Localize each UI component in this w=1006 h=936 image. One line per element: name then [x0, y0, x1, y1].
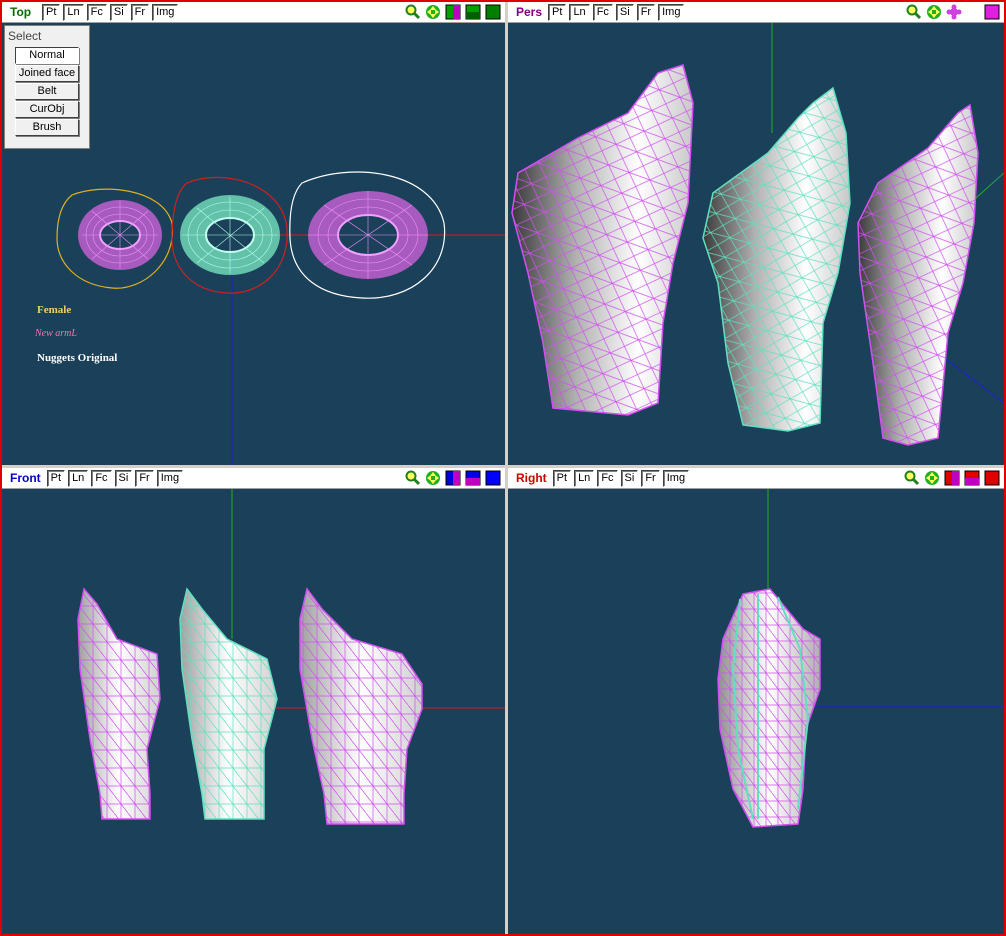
select-normal-button[interactable]: Normal: [15, 47, 79, 64]
color-swatch-icon[interactable]: [465, 470, 481, 486]
frame-toggle[interactable]: Fr: [135, 469, 154, 487]
color-swatch-icon[interactable]: [485, 470, 501, 486]
zoom-icon[interactable]: [405, 470, 421, 486]
lines-toggle[interactable]: Ln: [569, 3, 590, 21]
silhouette-toggle[interactable]: Si: [109, 3, 128, 21]
viewport-title: Pers: [516, 5, 543, 19]
right-canvas[interactable]: [508, 489, 1004, 934]
frame-toggle[interactable]: Fr: [641, 469, 660, 487]
color-swatch-icon[interactable]: [964, 470, 980, 486]
top-toolbar: Top Pt Ln Fc Si Fr Img: [2, 2, 505, 23]
lines-toggle[interactable]: Ln: [63, 3, 84, 21]
silhouette-toggle[interactable]: Si: [615, 3, 634, 21]
viewport-title: Front: [10, 471, 41, 485]
color-swatch-icon[interactable]: [984, 4, 1000, 20]
select-panel: Select Normal Joined face Belt CurObj Br…: [4, 25, 90, 149]
faces-toggle[interactable]: Fc: [91, 469, 112, 487]
viewport-right[interactable]: Right Pt Ln Fc Si Fr Img: [508, 468, 1004, 934]
points-toggle[interactable]: Pt: [548, 3, 567, 21]
color-swatch-icon[interactable]: [485, 4, 501, 20]
select-panel-title: Select: [8, 29, 42, 43]
front-canvas[interactable]: [2, 489, 505, 934]
faces-toggle[interactable]: Fc: [597, 469, 618, 487]
legend-nuggets-original: Nuggets Original: [37, 352, 118, 364]
pers-canvas[interactable]: [508, 23, 1004, 465]
color-swatch-icon[interactable]: [445, 4, 461, 20]
viewport-front[interactable]: Front Pt Ln Fc Si Fr Img: [2, 468, 505, 934]
viewport-title: Right: [516, 471, 547, 485]
right-toolbar: Right Pt Ln Fc Si Fr Img: [508, 468, 1004, 489]
frame-toggle[interactable]: Fr: [636, 3, 656, 21]
lines-toggle[interactable]: Ln: [68, 469, 89, 487]
front-toolbar: Front Pt Ln Fc Si Fr Img: [2, 468, 505, 489]
image-toggle[interactable]: Img: [658, 3, 685, 21]
legend-new-arml: New armL: [35, 328, 77, 339]
select-brush-button[interactable]: Brush: [15, 119, 79, 136]
color-swatch-icon[interactable]: [445, 470, 461, 486]
color-swatch-icon[interactable]: [944, 470, 960, 486]
viewport-title: Top: [10, 5, 32, 19]
image-toggle[interactable]: Img: [156, 469, 184, 487]
points-toggle[interactable]: Pt: [42, 3, 61, 21]
right-scene: [717, 489, 1004, 828]
zoom-icon[interactable]: [904, 470, 920, 486]
zoom-icon[interactable]: [906, 4, 922, 20]
move-icon[interactable]: [924, 470, 940, 486]
viewport-perspective[interactable]: Pers Pt Ln Fc Si Fr Img: [508, 2, 1004, 465]
select-belt-button[interactable]: Belt: [15, 83, 79, 100]
image-toggle[interactable]: Img: [152, 3, 179, 21]
zoom-icon[interactable]: [405, 4, 421, 20]
select-joined-face-button[interactable]: Joined face: [15, 65, 79, 82]
lines-toggle[interactable]: Ln: [574, 469, 595, 487]
select-curobj-button[interactable]: CurObj: [15, 101, 79, 118]
points-toggle[interactable]: Pt: [46, 469, 66, 487]
frame-toggle[interactable]: Fr: [130, 3, 150, 21]
move-icon[interactable]: [425, 4, 441, 20]
pers-scene: [511, 23, 1004, 446]
pers-toolbar: Pers Pt Ln Fc Si Fr Img: [508, 2, 1004, 23]
faces-toggle[interactable]: Fc: [592, 3, 613, 21]
points-toggle[interactable]: Pt: [552, 469, 572, 487]
color-swatch-icon[interactable]: [984, 470, 1000, 486]
rotate-icon[interactable]: [946, 4, 962, 20]
faces-toggle[interactable]: Fc: [86, 3, 107, 21]
legend-female: Female: [37, 304, 72, 316]
silhouette-toggle[interactable]: Si: [620, 469, 639, 487]
front-scene: [77, 489, 505, 825]
move-icon[interactable]: [425, 470, 441, 486]
image-toggle[interactable]: Img: [662, 469, 690, 487]
color-swatch-icon[interactable]: [465, 4, 481, 20]
move-icon[interactable]: [926, 4, 942, 20]
silhouette-toggle[interactable]: Si: [114, 469, 133, 487]
